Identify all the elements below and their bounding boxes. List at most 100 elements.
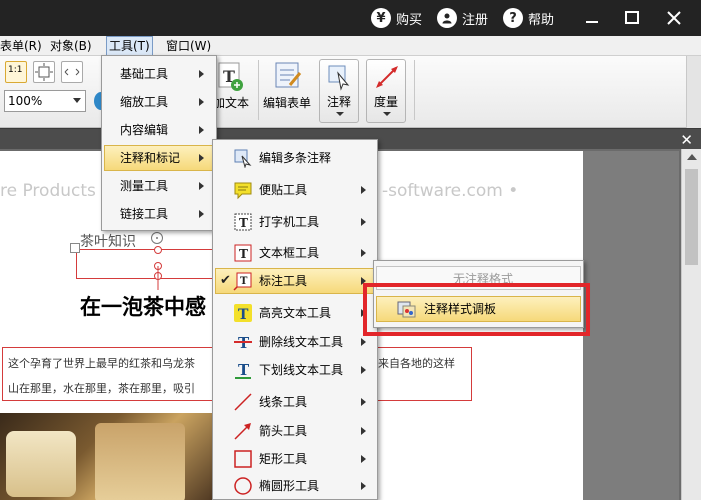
- fit-width-button[interactable]: [61, 61, 83, 83]
- annotation-submenu: 编辑多条注释 便贴工具 T 打字机工具 T 文本框工具 ✔ T 标注工具 T 高…: [212, 139, 378, 500]
- menu-item-typewriter[interactable]: T 打字机工具: [215, 209, 375, 235]
- menu-item-label: 下划线文本工具: [259, 363, 344, 377]
- red-highlight-frame: [363, 283, 590, 336]
- menu-bar: 表单(R) 对象(B) 工具(T) 窗口(W): [0, 36, 701, 56]
- measure-label: 度量: [374, 95, 399, 109]
- menu-item-label: 便贴工具: [259, 183, 308, 197]
- callout-handle-icon[interactable]: [148, 246, 168, 296]
- fit-page-icon: [35, 63, 53, 81]
- tea-label: 茶叶知识: [80, 234, 136, 250]
- menu-item-arrow[interactable]: 箭头工具: [215, 418, 375, 444]
- menu-item-line[interactable]: 线条工具: [215, 389, 375, 415]
- measure-button[interactable]: 度量: [366, 59, 406, 123]
- register-button[interactable]: 注册: [437, 7, 488, 29]
- menu-item-label: 文本框工具: [259, 246, 320, 260]
- rectangle-icon: [234, 450, 252, 468]
- help-label: 帮助: [528, 12, 555, 28]
- tools-menu: 基础工具 缩放工具 内容编辑 注释和标记 测量工具 链接工具: [101, 55, 217, 231]
- ribbon-separator: [258, 60, 259, 120]
- svg-text:T: T: [238, 307, 249, 323]
- menu-item-label: 删除线文本工具: [259, 335, 344, 349]
- menu-object[interactable]: 对象(B): [48, 36, 94, 56]
- submenu-arrow-icon: [361, 249, 366, 257]
- person-icon: [437, 8, 457, 28]
- tea-tin-image: [6, 431, 76, 497]
- menu-item-edit-annotations[interactable]: 编辑多条注释: [215, 145, 375, 171]
- fit-page-button[interactable]: [33, 61, 55, 83]
- ellipse-icon: [234, 477, 252, 495]
- close-document-icon[interactable]: ✕: [680, 131, 693, 149]
- menu-item-label: 打字机工具: [259, 215, 320, 229]
- menu-item-label: 矩形工具: [259, 452, 308, 466]
- minimize-icon[interactable]: [582, 8, 602, 28]
- menu-item-annotation-markup[interactable]: 注释和标记: [104, 145, 214, 171]
- checkmark-icon: ✔: [220, 273, 231, 288]
- zoom-value: 100%: [8, 94, 43, 108]
- scroll-up-icon[interactable]: [687, 154, 697, 160]
- submenu-arrow-icon: [199, 154, 204, 162]
- menu-item-textbox[interactable]: T 文本框工具: [215, 240, 375, 266]
- submenu-arrow-icon: [361, 455, 366, 463]
- ribbon-separator: [414, 60, 415, 120]
- actual-size-button[interactable]: 1:1: [5, 61, 27, 83]
- menu-item-callout[interactable]: ✔ T 标注工具: [215, 268, 375, 294]
- ribbon-scrollbar[interactable]: [686, 56, 701, 128]
- menu-item-label: 内容编辑: [120, 123, 169, 137]
- watermark-text: -software.com •: [382, 181, 519, 201]
- register-label: 注册: [462, 12, 489, 28]
- typewriter-icon: T: [234, 213, 252, 231]
- annotate-button[interactable]: 注释: [319, 59, 359, 123]
- menu-item-highlight-text[interactable]: T 高亮文本工具: [215, 300, 375, 326]
- menu-item-link-tools[interactable]: 链接工具: [104, 201, 214, 227]
- menu-item-content-edit[interactable]: 内容编辑: [104, 117, 214, 143]
- zoom-select[interactable]: 100%: [4, 90, 86, 112]
- watermark-text: re Products: [0, 181, 96, 201]
- menu-item-label: 高亮文本工具: [259, 306, 332, 320]
- menu-item-strikeout[interactable]: T 删除线文本工具: [215, 329, 375, 355]
- close-window-icon[interactable]: [664, 8, 684, 28]
- submenu-arrow-icon: [361, 427, 366, 435]
- menu-item-rectangle[interactable]: 矩形工具: [215, 446, 375, 472]
- svg-text:T: T: [239, 216, 248, 230]
- menu-item-underline[interactable]: T 下划线文本工具: [215, 357, 375, 383]
- title-bar: ¥ 购买 注册 ? 帮助: [0, 0, 701, 36]
- buy-button[interactable]: ¥ 购买: [371, 7, 422, 29]
- help-button[interactable]: ? 帮助: [503, 7, 554, 29]
- paragraph-line: 来自各地的这样: [378, 357, 455, 370]
- menu-item-label: 基础工具: [120, 67, 169, 81]
- menu-form[interactable]: 表单(R): [0, 36, 44, 56]
- submenu-arrow-icon: [361, 186, 366, 194]
- textbox-icon: T: [234, 244, 252, 262]
- help-icon: ?: [503, 8, 523, 28]
- line-icon: [234, 393, 252, 411]
- menu-item-label: 注释和标记: [120, 151, 181, 165]
- sticky-note-icon: [234, 182, 252, 200]
- annotate-icon: [328, 65, 350, 91]
- yen-icon: ¥: [371, 8, 391, 28]
- submenu-arrow-icon: [361, 482, 366, 490]
- tea-photo: [0, 413, 215, 500]
- menu-item-sticky-note[interactable]: 便贴工具: [215, 177, 375, 203]
- menu-item-measure-tools[interactable]: 测量工具: [104, 173, 214, 199]
- edit-form-label[interactable]: 编辑表单: [263, 94, 311, 111]
- scroll-thumb[interactable]: [685, 169, 698, 265]
- add-text-label[interactable]: 加文本: [213, 94, 249, 111]
- menu-item-ellipse[interactable]: 椭圆形工具: [215, 473, 375, 499]
- menu-item-label: 线条工具: [259, 395, 308, 409]
- resize-handle[interactable]: [70, 243, 80, 253]
- submenu-arrow-icon: [361, 218, 366, 226]
- vertical-scrollbar[interactable]: [681, 149, 701, 500]
- add-text-icon: T: [218, 62, 244, 92]
- clock-icon: [151, 232, 163, 244]
- menu-item-zoom-tools[interactable]: 缩放工具: [104, 89, 214, 115]
- menu-window[interactable]: 窗口(W): [164, 36, 213, 56]
- chevron-down-icon: [336, 112, 344, 116]
- tea-tin-image: [95, 423, 185, 500]
- maximize-icon[interactable]: [622, 8, 642, 28]
- submenu-arrow-icon: [199, 70, 204, 78]
- menu-item-label: 编辑多条注释: [259, 151, 332, 165]
- submenu-arrow-icon: [361, 398, 366, 406]
- menu-tools[interactable]: 工具(T): [106, 36, 153, 56]
- menu-item-basic-tools[interactable]: 基础工具: [104, 61, 214, 87]
- svg-text:T: T: [238, 361, 250, 379]
